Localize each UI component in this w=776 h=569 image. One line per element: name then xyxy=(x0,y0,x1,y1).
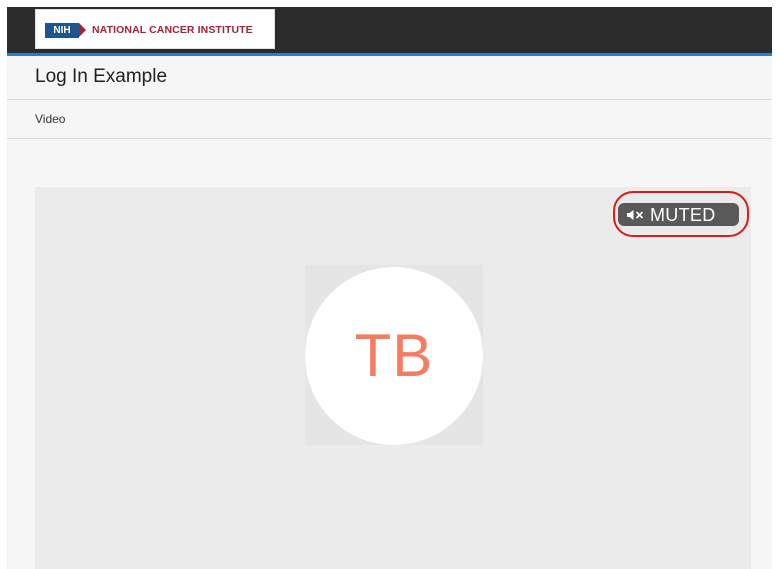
page-title: Log In Example xyxy=(35,66,168,87)
participant-avatar-frame: TB xyxy=(305,265,483,445)
breadcrumb-bar: Video xyxy=(7,100,772,139)
logo-chevron-icon xyxy=(79,23,86,37)
page-header: Log In Example xyxy=(7,56,772,100)
participant-avatar: TB xyxy=(305,267,483,445)
nih-logo-badge: NIH xyxy=(45,23,79,38)
muted-label: MUTED xyxy=(650,204,716,225)
nci-logo[interactable]: NIH NATIONAL CANCER INSTITUTE xyxy=(35,9,275,49)
video-panel[interactable]: TB MUTED xyxy=(35,187,751,569)
breadcrumb-current: Video xyxy=(35,112,66,126)
logo-institute-name: NATIONAL CANCER INSTITUTE xyxy=(92,24,253,36)
speaker-muted-icon xyxy=(627,209,643,220)
top-navbar: NIH NATIONAL CANCER INSTITUTE xyxy=(7,7,772,53)
muted-status-badge[interactable]: MUTED xyxy=(618,203,739,226)
app-window: NIH NATIONAL CANCER INSTITUTE Log In Exa… xyxy=(7,7,772,569)
avatar-initials: TB xyxy=(354,322,434,389)
